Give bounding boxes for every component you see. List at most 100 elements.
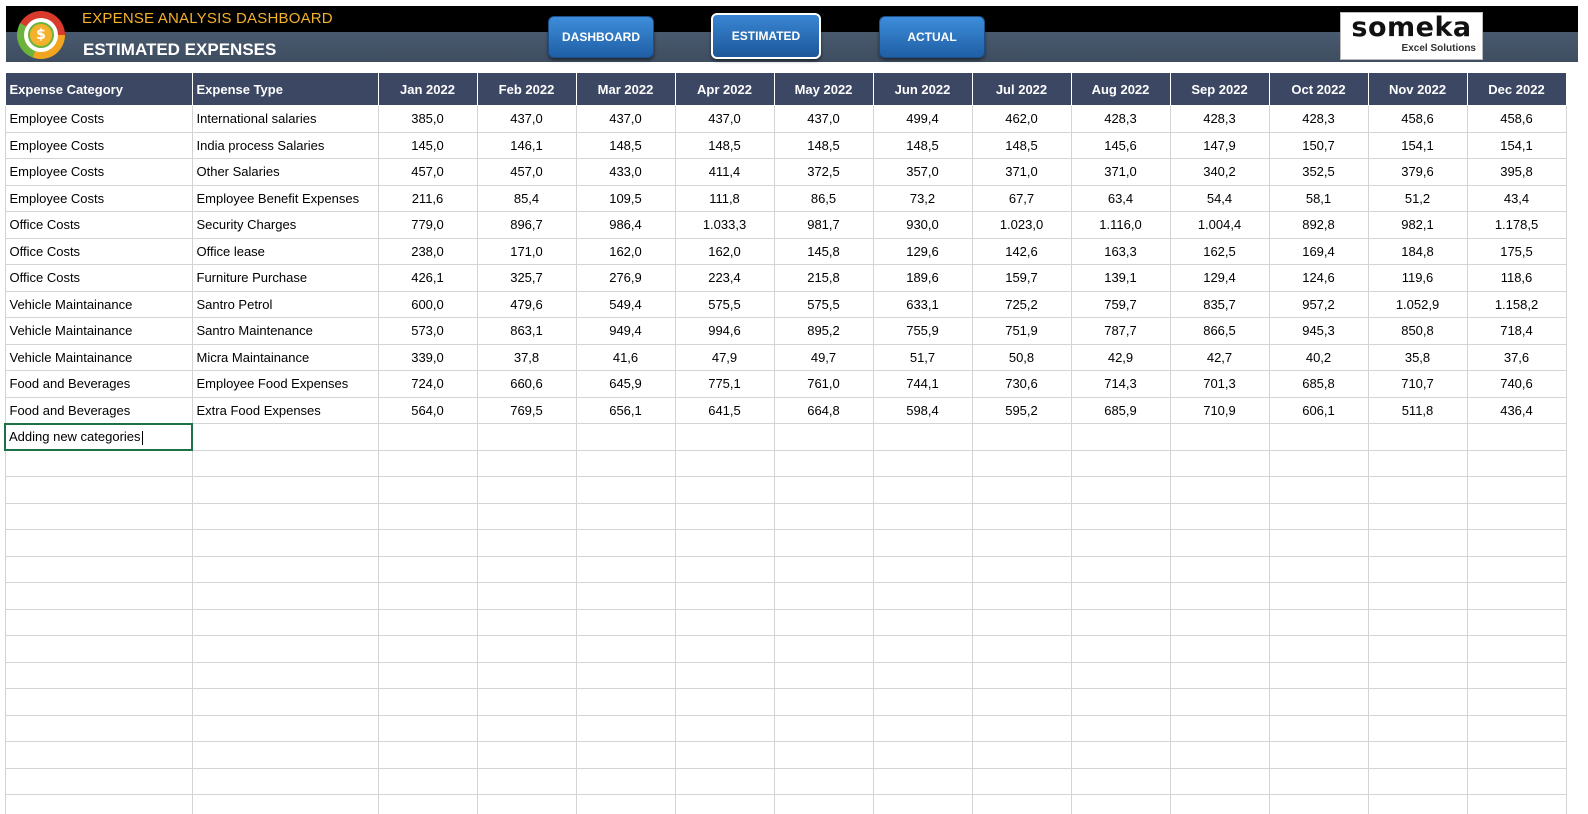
empty-cell[interactable] [4, 529, 193, 557]
empty-cell[interactable] [773, 794, 874, 814]
table-cell[interactable]: 437,0 [674, 105, 775, 133]
column-header[interactable]: Expense Category [4, 72, 193, 106]
empty-cell[interactable] [773, 688, 874, 716]
empty-cell[interactable] [377, 635, 478, 663]
table-cell[interactable]: 169,4 [1268, 237, 1369, 265]
empty-cell[interactable] [971, 767, 1072, 795]
empty-cell[interactable] [773, 714, 874, 742]
table-cell[interactable]: 129,6 [872, 237, 973, 265]
table-cell[interactable]: 37,6 [1466, 343, 1567, 371]
empty-cell[interactable] [971, 794, 1072, 814]
table-cell[interactable]: 549,4 [575, 290, 676, 318]
empty-cell[interactable] [971, 582, 1072, 610]
empty-cell[interactable] [971, 608, 1072, 636]
empty-cell[interactable] [1367, 608, 1468, 636]
table-cell[interactable]: 54,4 [1169, 184, 1270, 212]
empty-cell[interactable] [1466, 476, 1567, 504]
empty-cell[interactable] [4, 608, 193, 636]
table-cell[interactable]: 139,1 [1070, 264, 1171, 292]
empty-cell[interactable] [1070, 635, 1171, 663]
empty-cell[interactable] [1367, 741, 1468, 769]
empty-cell[interactable] [476, 635, 577, 663]
empty-cell[interactable] [872, 582, 973, 610]
table-cell[interactable]: Employee Benefit Expenses [191, 184, 379, 212]
empty-cell[interactable] [773, 449, 874, 477]
empty-cell[interactable] [575, 688, 676, 716]
empty-cell[interactable] [674, 582, 775, 610]
empty-cell[interactable] [476, 608, 577, 636]
empty-cell[interactable] [575, 635, 676, 663]
table-cell[interactable]: 957,2 [1268, 290, 1369, 318]
empty-cell[interactable] [1466, 449, 1567, 477]
empty-cell[interactable] [773, 741, 874, 769]
table-cell[interactable]: 606,1 [1268, 396, 1369, 424]
empty-cell[interactable] [1070, 794, 1171, 814]
empty-cell[interactable] [1367, 529, 1468, 557]
table-cell[interactable]: 340,2 [1169, 158, 1270, 186]
empty-cell[interactable] [575, 502, 676, 530]
table-cell[interactable]: Security Charges [191, 211, 379, 239]
empty-cell[interactable] [872, 661, 973, 689]
empty-cell[interactable] [476, 714, 577, 742]
table-cell[interactable]: 42,9 [1070, 343, 1171, 371]
table-cell[interactable]: Vehicle Maintainance [4, 343, 193, 371]
empty-cell[interactable] [1367, 688, 1468, 716]
column-header[interactable]: Nov 2022 [1367, 72, 1468, 106]
table-cell[interactable]: 458,6 [1466, 105, 1567, 133]
empty-cell[interactable] [674, 714, 775, 742]
table-cell[interactable]: 372,5 [773, 158, 874, 186]
empty-cell[interactable] [377, 794, 478, 814]
table-cell[interactable]: 499,4 [872, 105, 973, 133]
empty-cell[interactable] [1268, 794, 1369, 814]
table-cell[interactable]: 86,5 [773, 184, 874, 212]
table-cell[interactable]: 1.178,5 [1466, 211, 1567, 239]
table-cell[interactable]: Food and Beverages [4, 370, 193, 398]
table-cell[interactable]: Employee Costs [4, 184, 193, 212]
table-cell[interactable]: 371,0 [1070, 158, 1171, 186]
table-cell[interactable]: 710,9 [1169, 396, 1270, 424]
empty-cell[interactable] [1070, 582, 1171, 610]
empty-cell[interactable] [872, 714, 973, 742]
empty-cell[interactable] [1367, 555, 1468, 583]
column-header[interactable]: Expense Type [191, 72, 379, 106]
empty-cell[interactable] [872, 741, 973, 769]
table-cell[interactable]: 656,1 [575, 396, 676, 424]
empty-cell[interactable] [1169, 714, 1270, 742]
empty-cell[interactable] [191, 608, 379, 636]
table-cell[interactable]: 145,0 [377, 131, 478, 159]
table-cell[interactable]: 600,0 [377, 290, 478, 318]
empty-cell[interactable] [575, 714, 676, 742]
table-cell[interactable]: 710,7 [1367, 370, 1468, 398]
table-cell[interactable]: 148,5 [674, 131, 775, 159]
empty-cell[interactable] [872, 423, 973, 451]
table-cell[interactable]: 664,8 [773, 396, 874, 424]
table-cell[interactable]: 49,7 [773, 343, 874, 371]
empty-cell[interactable] [377, 688, 478, 716]
empty-cell[interactable] [971, 423, 1072, 451]
empty-cell[interactable] [476, 688, 577, 716]
table-cell[interactable]: 67,7 [971, 184, 1072, 212]
empty-cell[interactable] [872, 476, 973, 504]
table-cell[interactable]: 701,3 [1169, 370, 1270, 398]
empty-cell[interactable] [872, 529, 973, 557]
table-cell[interactable]: 50,8 [971, 343, 1072, 371]
empty-cell[interactable] [674, 555, 775, 583]
table-cell[interactable]: 276,9 [575, 264, 676, 292]
table-cell[interactable]: 184,8 [1367, 237, 1468, 265]
table-cell[interactable]: 118,6 [1466, 264, 1567, 292]
table-cell[interactable]: Office Costs [4, 237, 193, 265]
empty-cell[interactable] [377, 582, 478, 610]
table-cell[interactable]: 641,5 [674, 396, 775, 424]
table-cell[interactable]: 645,9 [575, 370, 676, 398]
table-cell[interactable]: 85,4 [476, 184, 577, 212]
empty-cell[interactable] [1169, 423, 1270, 451]
empty-cell[interactable] [1268, 582, 1369, 610]
empty-cell[interactable] [872, 449, 973, 477]
table-cell[interactable]: 124,6 [1268, 264, 1369, 292]
table-cell[interactable]: 835,7 [1169, 290, 1270, 318]
empty-cell[interactable] [1367, 794, 1468, 814]
table-cell[interactable]: 428,3 [1169, 105, 1270, 133]
table-cell[interactable]: 779,0 [377, 211, 478, 239]
empty-cell[interactable] [1169, 555, 1270, 583]
table-cell[interactable]: 325,7 [476, 264, 577, 292]
